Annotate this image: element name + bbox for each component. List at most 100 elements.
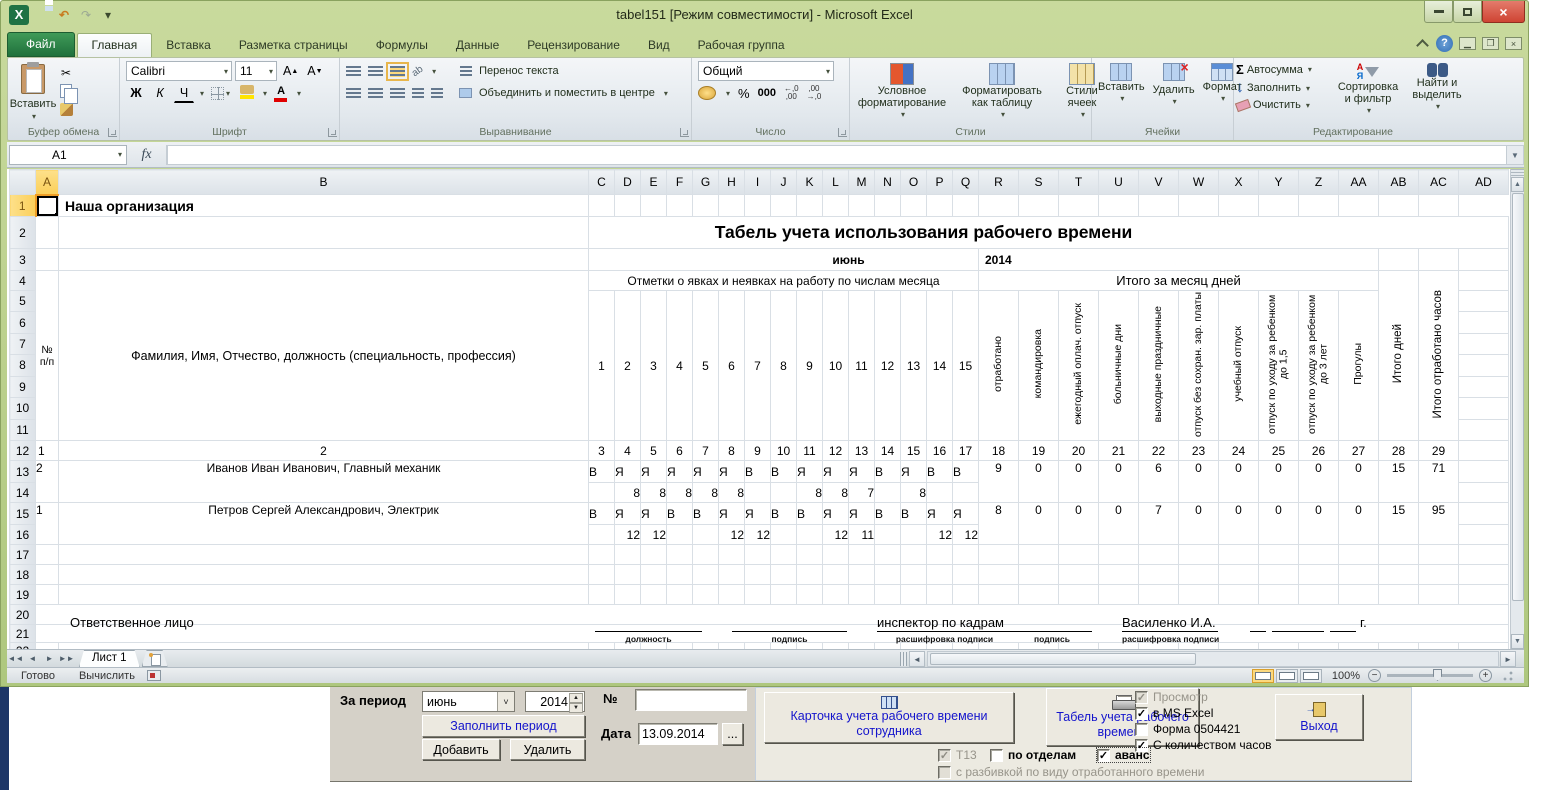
employee-row[interactable]: 13 2 Иванов Иван Иванович, Главный механ…	[10, 461, 1509, 483]
zoom-slider-thumb[interactable]	[1433, 669, 1442, 681]
expand-formula-bar-icon[interactable]: ▼	[1506, 145, 1524, 165]
avans-checkbox[interactable]: ✓аванс	[1097, 748, 1150, 762]
month-cell[interactable]: июнь	[589, 249, 979, 271]
format-as-table-button[interactable]: Форматировать как таблицу▾	[952, 60, 1052, 121]
sheet-row[interactable]: 1 Наша организация	[10, 195, 1509, 217]
remove-button[interactable]: Удалить	[510, 739, 585, 760]
title-bar[interactable]: X ↶ ↷ ▾ tabel151 [Режим совместимости] -…	[1, 1, 1528, 31]
last-sheet-icon[interactable]: ►►	[58, 651, 75, 667]
form-checkbox[interactable]: Форма 0504421	[1135, 722, 1240, 736]
tab-split-handle[interactable]	[900, 652, 907, 666]
date-input[interactable]	[638, 723, 718, 745]
marks-header-cell[interactable]: Отметки о явках и неявках на работу по ч…	[589, 271, 979, 291]
dialog-launcher-icon[interactable]	[680, 128, 689, 137]
tab-workgroup[interactable]: Рабочая группа	[684, 34, 799, 57]
date-browse-button[interactable]: ...	[722, 723, 743, 745]
exit-button[interactable]: Выход	[1275, 694, 1363, 740]
collapse-ribbon-icon[interactable]	[1414, 37, 1430, 51]
ms-excel-checkbox[interactable]: ✓в MS Excel	[1135, 706, 1213, 720]
font-size-combo[interactable]: 11▾	[235, 61, 277, 81]
sheet-row[interactable]: 2 Табель учета использования рабочего вр…	[10, 217, 1509, 249]
tab-home[interactable]: Главная	[77, 33, 153, 57]
cell-a1[interactable]	[36, 195, 59, 217]
resize-grip[interactable]	[1502, 670, 1514, 682]
select-all-corner[interactable]	[10, 170, 36, 195]
sheet-row[interactable]: 19	[10, 585, 1509, 605]
fill-color-button[interactable]	[237, 84, 257, 103]
doc-minimize-icon[interactable]: ▁	[1459, 37, 1476, 50]
maximize-button[interactable]	[1453, 1, 1482, 23]
sheet-row[interactable]: 3 июнь 2014	[10, 249, 1509, 271]
close-button[interactable]: ×	[1482, 1, 1525, 23]
vertical-scrollbar[interactable]: ▲ ▼	[1510, 169, 1524, 649]
tab-insert[interactable]: Вставка	[152, 34, 225, 57]
tab-file[interactable]: Файл	[7, 32, 75, 57]
signature-row[interactable]: 20 Ответственное лицо инспектор по кадра…	[10, 605, 1509, 625]
zoom-slider[interactable]	[1387, 674, 1473, 677]
insert-function-button[interactable]: fx	[127, 145, 167, 165]
copy-button[interactable]	[56, 82, 76, 100]
help-icon[interactable]: ?	[1436, 35, 1453, 52]
zoom-out-icon[interactable]: −	[1368, 669, 1381, 682]
hscroll-right-icon[interactable]: ►	[1500, 651, 1516, 667]
orientation-icon[interactable]: ab	[410, 63, 425, 78]
percent-style-button[interactable]: %	[738, 86, 750, 101]
name-header-cell[interactable]: Фамилия, Имя, Отчество, должность (специ…	[59, 271, 589, 441]
preview-checkbox[interactable]: ✓Просмотр	[1135, 690, 1208, 704]
align-top-icon[interactable]	[346, 66, 361, 77]
autosum-button[interactable]: ΣАвтосумма▾	[1236, 62, 1332, 77]
tab-data[interactable]: Данные	[442, 34, 513, 57]
year-cell[interactable]: 2014	[979, 249, 1379, 271]
minimize-button[interactable]	[1424, 1, 1453, 23]
sheet-row[interactable]: 17	[10, 545, 1509, 565]
doc-close-icon[interactable]: ×	[1505, 37, 1522, 50]
prev-sheet-icon[interactable]: ◄	[24, 651, 41, 667]
paste-button[interactable]: Вставить▾	[10, 60, 56, 124]
underline-button[interactable]: Ч	[174, 84, 194, 103]
doc-restore-icon[interactable]: ❐	[1482, 37, 1499, 50]
comma-style-button[interactable]: 000	[758, 87, 776, 99]
num-input[interactable]	[635, 689, 747, 711]
num-header-cell[interactable]: № п/п	[36, 271, 59, 441]
bold-button[interactable]: Ж	[126, 84, 146, 103]
sheet-row[interactable]: 12 12 34567891011121314151617 1819202122…	[10, 441, 1509, 461]
tab-view[interactable]: Вид	[634, 34, 684, 57]
decrease-indent-icon[interactable]	[412, 88, 424, 99]
scroll-up-icon[interactable]: ▲	[1511, 177, 1524, 192]
employee-card-button[interactable]: Карточка учета рабочего времени сотрудни…	[764, 692, 1014, 743]
find-select-button[interactable]: Найти и выделить▾	[1404, 60, 1470, 113]
tab-page-layout[interactable]: Разметка страницы	[225, 34, 362, 57]
split-checkbox[interactable]: с разбивкой по виду отработанного времен…	[938, 765, 1204, 779]
first-sheet-icon[interactable]: ◄◄	[7, 651, 24, 667]
tab-formulas[interactable]: Формулы	[362, 34, 442, 57]
tab-review[interactable]: Рецензирование	[513, 34, 634, 57]
number-format-combo[interactable]: Общий▾	[698, 61, 834, 81]
formula-input[interactable]	[167, 145, 1506, 165]
calculate-status[interactable]: Вычислить	[79, 670, 135, 682]
shrink-font-button[interactable]: A▼	[304, 62, 325, 81]
font-name-combo[interactable]: Calibri▾	[126, 61, 232, 81]
itogo-hours-cell[interactable]: Итого отработано часов	[1419, 271, 1459, 441]
delete-cells-button[interactable]: ×Удалить▾	[1149, 60, 1199, 108]
sheet-tab[interactable]: Лист 1	[79, 650, 140, 667]
conditional-formatting-button[interactable]: Условное форматирование▾	[852, 60, 952, 121]
align-center-icon[interactable]	[368, 88, 383, 99]
decrease-decimal-icon[interactable]: ,00→,0	[807, 85, 822, 101]
dialog-launcher-icon[interactable]	[838, 128, 847, 137]
fill-button[interactable]: ↓Заполнить▾	[1236, 79, 1332, 97]
align-right-icon[interactable]	[390, 88, 405, 99]
increase-indent-icon[interactable]	[431, 88, 443, 99]
insert-cells-button[interactable]: Вставить▾	[1094, 60, 1149, 105]
dialog-launcher-icon[interactable]	[108, 128, 117, 137]
hscroll-left-icon[interactable]: ◄	[909, 651, 925, 667]
align-middle-icon[interactable]	[368, 66, 383, 77]
sort-filter-button[interactable]: АЯСортировка и фильтр▾	[1332, 60, 1404, 117]
grow-font-button[interactable]: A▲	[280, 62, 301, 81]
increase-decimal-icon[interactable]: ←,0,00	[784, 85, 799, 101]
next-sheet-icon[interactable]: ►	[41, 651, 58, 667]
spinner-arrows[interactable]: ▲▼	[569, 693, 583, 710]
by-dept-checkbox[interactable]: по отделам	[990, 748, 1076, 762]
with-hours-checkbox[interactable]: ✓С количеством часов	[1135, 738, 1272, 752]
zoom-in-icon[interactable]: +	[1479, 669, 1492, 682]
fill-period-button[interactable]: Заполнить период	[422, 715, 585, 737]
